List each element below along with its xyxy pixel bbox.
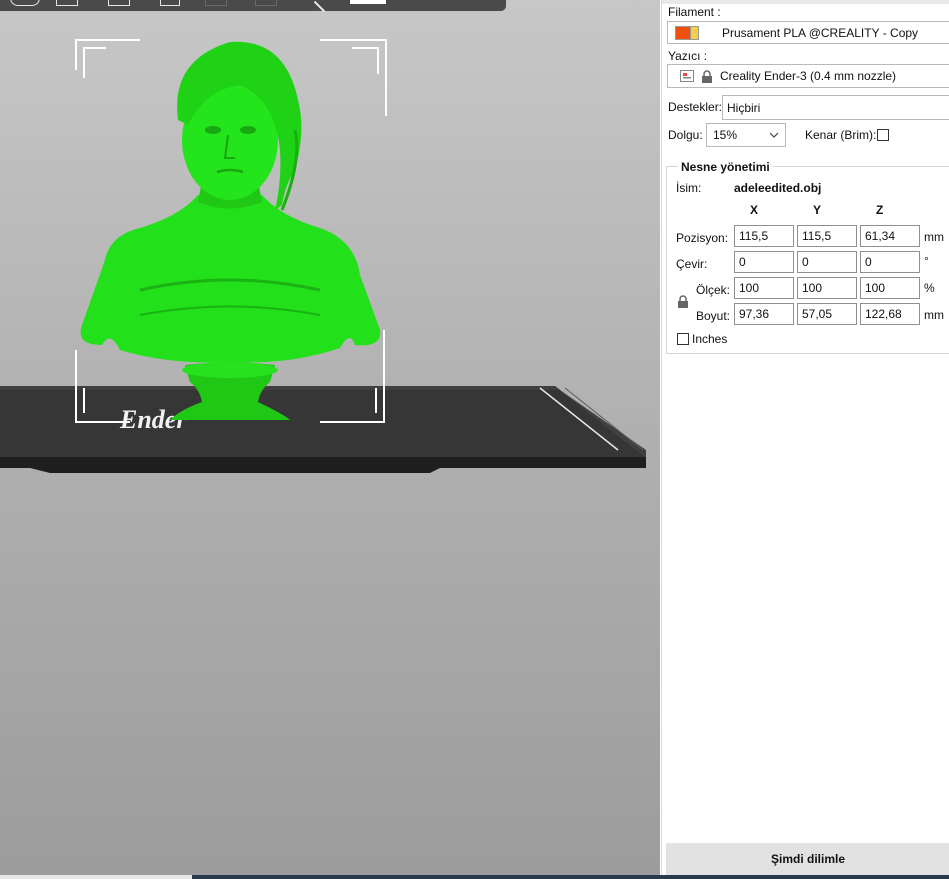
brim-label: Kenar (Brim): [805,128,877,142]
printer-select[interactable]: Creality Ender-3 (0.4 mm nozzle) [667,64,949,88]
scale-label: Ölçek: [696,283,731,297]
filament-label: Filament : [668,5,721,19]
paste-icon[interactable] [255,0,277,6]
scale-x-input[interactable]: 100 [734,277,794,299]
rotation-z-input[interactable]: 0 [860,251,920,273]
uniform-scale-lock-icon[interactable] [677,295,689,309]
axis-y-header: Y [813,203,822,217]
size-y-input[interactable]: 57,05 [797,303,857,325]
position-unit: mm [924,230,944,244]
axis-x-header: X [750,203,759,217]
position-y-input[interactable]: 115,5 [797,225,857,247]
axis-z-header: Z [876,203,884,217]
copy-icon[interactable] [205,0,227,6]
infill-value: 15% [713,128,738,142]
size-z-input[interactable]: 122,68 [860,303,920,325]
3d-viewport[interactable]: Ender [0,0,660,875]
name-label: İsim: [676,181,702,195]
filament-color-swatch-2 [691,25,699,40]
taskbar-left-strip [0,875,192,879]
brim-checkbox[interactable] [877,129,889,141]
rotation-y-input[interactable]: 0 [797,251,857,273]
scale-y-input[interactable]: 100 [797,277,857,299]
delete-icon[interactable] [108,0,130,6]
3d-model-bust[interactable] [70,30,400,430]
filament-select[interactable]: Prusament PLA @CREALITY - Copy [667,21,949,44]
scale-unit: % [924,281,935,295]
supports-select[interactable]: Hiçbiri [722,95,949,120]
printer-label: Yazıcı : [668,49,708,63]
supports-value: Hiçbiri [727,100,761,115]
add-icon[interactable] [56,0,78,6]
printer-icon [680,70,694,82]
infill-select[interactable]: 15% [706,123,786,147]
size-label: Boyut: [696,309,731,323]
slice-now-label: Şimdi dilimle [770,852,845,866]
right-settings-panel: Filament : Prusament PLA @CREALITY - Cop… [661,0,949,875]
rotation-unit: ° [924,254,929,268]
search-icon[interactable] [313,0,333,13]
filament-color-swatch [675,25,691,40]
chevron-down-icon [769,132,779,138]
supports-label: Destekler: [668,100,723,114]
layers-icon[interactable] [350,0,386,4]
inches-checkbox[interactable] [677,333,689,345]
size-unit: mm [924,308,944,322]
inches-label: Inches [692,332,728,346]
view-icon[interactable] [10,0,40,6]
lock-icon [702,69,712,83]
infill-label: Dolgu: [668,128,703,142]
object-manipulation-title: Nesne yönetimi [678,160,773,174]
slice-now-button[interactable]: Şimdi dilimle [666,843,949,875]
printer-value: Creality Ender-3 (0.4 mm nozzle) [720,69,897,83]
scale-z-input[interactable]: 100 [860,277,920,299]
rotation-x-input[interactable]: 0 [734,251,794,273]
top-toolbar [0,0,506,13]
arrange-icon[interactable] [160,0,180,6]
position-z-input[interactable]: 61,34 [860,225,920,247]
size-x-input[interactable]: 97,36 [734,303,794,325]
object-name-value: adeleedited.obj [734,181,822,195]
position-x-input[interactable]: 115,5 [734,225,794,247]
panel-top-strip [662,0,949,4]
filament-value: Prusament PLA @CREALITY - Copy [722,25,919,40]
position-label: Pozisyon: [676,231,729,245]
rotation-label: Çevir: [676,257,708,271]
